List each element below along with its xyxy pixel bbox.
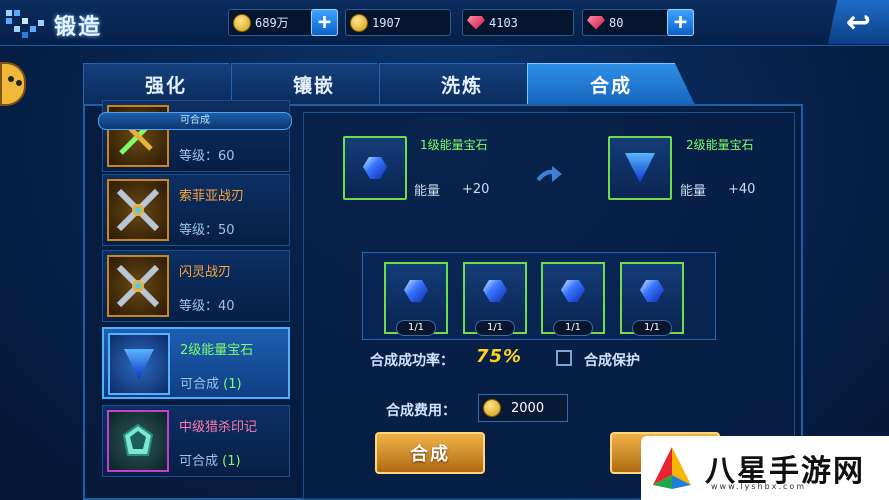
item-level: 等级：50 — [179, 223, 235, 238]
source-gem-name: 1级能量宝石 — [420, 138, 488, 152]
back-arrow-icon: ↩ — [845, 4, 872, 40]
gold-coin-icon — [350, 13, 368, 32]
material-slot[interactable]: 1/1 — [463, 262, 527, 336]
protect-label[interactable]: 合成保护 — [584, 350, 640, 370]
list-item[interactable]: 中级猎杀印记 可合成 (1) — [102, 405, 290, 477]
item-craftable: 可合成 (1) — [180, 377, 242, 392]
gold-coin-icon — [483, 399, 501, 417]
tab-refine[interactable]: 洗炼 — [379, 63, 545, 105]
blue-gem-icon — [363, 157, 387, 179]
back-button[interactable]: ↩ — [828, 0, 889, 44]
list-item[interactable]: 等级：60 — [102, 100, 290, 172]
success-rate-label: 合成成功率： — [370, 353, 454, 369]
material-count: 1/1 — [553, 320, 593, 336]
material-slot[interactable]: 1/1 — [541, 262, 605, 336]
target-stat-label: 能量 — [680, 184, 707, 199]
page-title: 锻造 — [54, 15, 103, 40]
list-item[interactable]: 闪灵战刃 等级：40 — [102, 250, 290, 322]
currency-gem: 4103 — [462, 9, 574, 36]
add-diamond-button[interactable]: + — [667, 9, 694, 36]
tab-synthesis[interactable]: 合成 — [527, 63, 695, 105]
currency-gold: 689万 + — [228, 9, 338, 36]
target-gem-name: 2级能量宝石 — [686, 138, 754, 152]
material-slot[interactable]: 1/1 — [384, 262, 448, 336]
gold-coin-icon — [233, 13, 251, 32]
synthesize-button[interactable]: 合成 — [375, 432, 485, 474]
red-gem-icon — [587, 15, 605, 30]
item-level: 等级：40 — [179, 299, 235, 314]
source-stat-label: 能量 — [414, 184, 441, 199]
item-level: 等级：60 — [179, 149, 235, 164]
cost-box: 2000 — [478, 394, 568, 422]
material-count: 1/1 — [475, 320, 515, 336]
tab-bar: 强化 镶嵌 洗炼 合成 — [83, 63, 695, 105]
material-count: 1/1 — [632, 320, 672, 336]
blue-gem-icon — [404, 280, 428, 302]
cost-value: 2000 — [511, 400, 545, 416]
watermark-logo-icon — [653, 447, 691, 489]
blue-gem-icon — [561, 280, 585, 302]
source-stat-value: +20 — [462, 182, 490, 197]
currency-diamond-value: 80 — [609, 15, 624, 30]
currency-gem-value: 4103 — [489, 15, 518, 30]
cost-label: 合成费用： — [386, 403, 456, 419]
currency-coin-value: 1907 — [372, 15, 401, 30]
protect-checkbox[interactable] — [556, 350, 572, 366]
tab-enhance[interactable]: 强化 — [83, 63, 249, 105]
tab-inlay[interactable]: 镶嵌 — [231, 63, 397, 105]
list-item-selected[interactable]: 2级能量宝石 可合成 (1) — [102, 327, 290, 399]
target-gem-slot[interactable] — [608, 136, 672, 200]
blue-gem-icon — [640, 280, 664, 302]
item-name: 闪灵战刃 — [179, 265, 232, 280]
green-crystal-icon — [107, 410, 169, 472]
item-name: 2级能量宝石 — [180, 343, 254, 358]
watermark: 八星手游网 www.lyshbx.com — [641, 436, 889, 500]
target-stat-value: +40 — [728, 182, 756, 197]
pixel-logo-icon — [6, 10, 44, 38]
add-gold-button[interactable]: + — [311, 9, 338, 36]
success-rate-value: 75% — [476, 346, 523, 367]
arrow-right-icon — [534, 160, 564, 201]
blue-triangle-gem-icon — [625, 153, 655, 183]
source-gem-slot[interactable] — [343, 136, 407, 200]
red-gem-icon — [467, 15, 485, 30]
top-bar: 锻造 689万 + 1907 4103 80 + ↩ — [0, 0, 889, 46]
list-item[interactable]: 索菲亚战刃 等级：50 — [102, 174, 290, 246]
blue-gem-icon — [483, 280, 507, 302]
currency-gold-value: 689万 — [255, 16, 289, 30]
item-craftable: 可合成 (1) — [179, 454, 241, 469]
currency-diamond: 80 + — [582, 9, 694, 36]
watermark-url: www.lyshbx.com — [711, 482, 807, 491]
crossed-blades-icon — [107, 179, 169, 241]
crossed-blades-icon — [107, 255, 169, 317]
material-slot[interactable]: 1/1 — [620, 262, 684, 336]
list-header: 可合成 — [98, 112, 292, 130]
blue-triangle-gem-icon — [108, 333, 170, 395]
currency-coin: 1907 — [345, 9, 451, 36]
item-name: 索菲亚战刃 — [179, 189, 245, 204]
material-count: 1/1 — [396, 320, 436, 336]
item-name: 中级猎杀印记 — [179, 420, 258, 435]
